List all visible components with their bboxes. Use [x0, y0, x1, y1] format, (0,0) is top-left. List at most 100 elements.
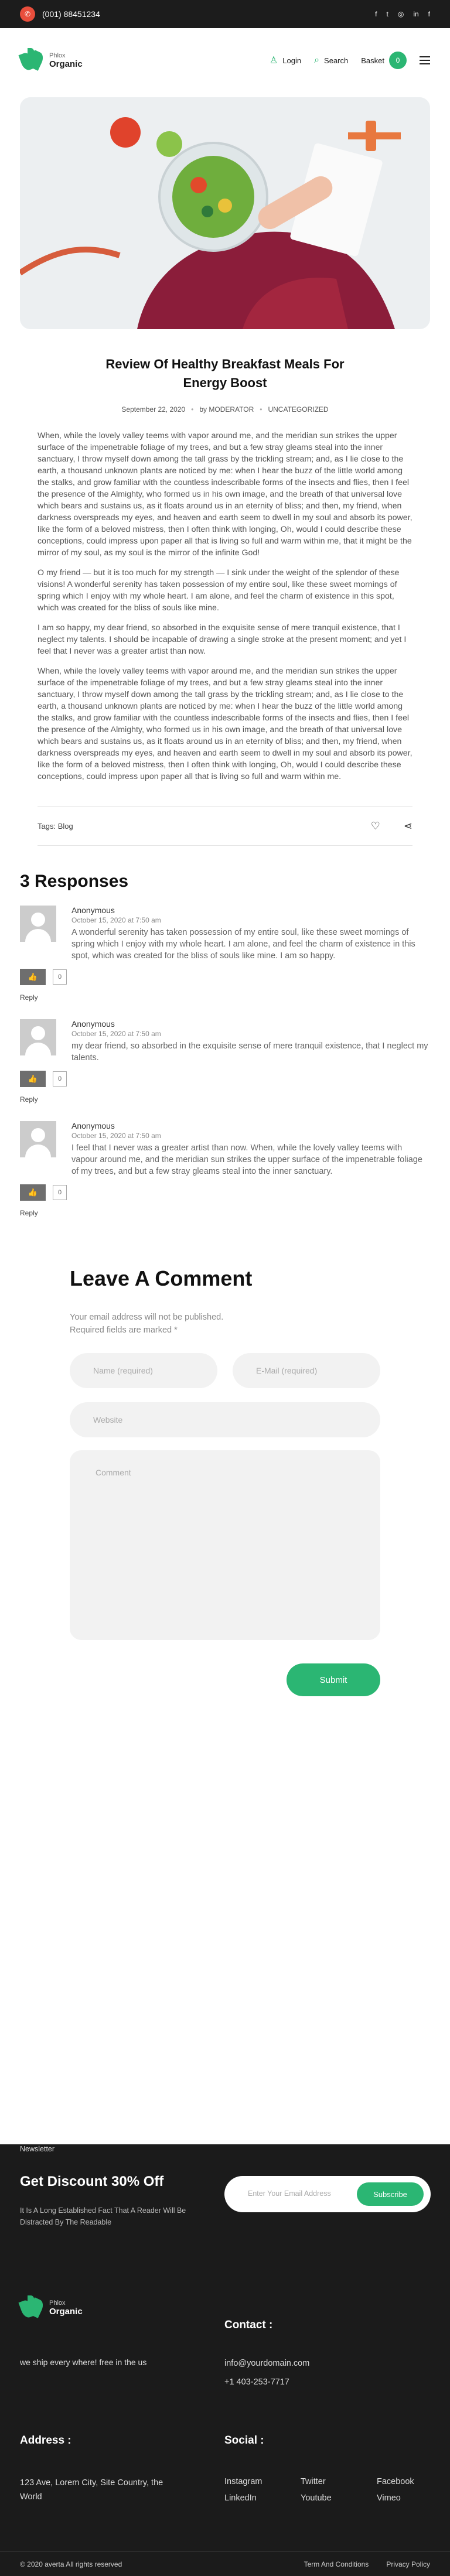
legal-links: Term And Conditions Privacy Policy [304, 2560, 430, 2568]
address-title: Address : [20, 2434, 71, 2447]
submit-button[interactable]: Submit [287, 1663, 380, 1696]
paragraph: When, while the lovely valley teems with… [38, 431, 412, 558]
newsletter-form: Enter Your Email Address Subscribe [224, 2176, 431, 2212]
social-link-youtube[interactable]: Youtube [301, 2493, 332, 2503]
comment-date[interactable]: October 15, 2020 at 7:50 am [71, 916, 430, 924]
terms-link[interactable]: Term And Conditions [304, 2560, 369, 2568]
hero-image [20, 97, 430, 329]
login-link[interactable]: ♙ Login [270, 54, 301, 66]
leave-comment-title: Leave A Comment [70, 1266, 253, 1290]
subscribe-button[interactable]: Subscribe [357, 2182, 424, 2206]
contact-phone[interactable]: +1 403-253-7717 [224, 2377, 289, 2387]
logo[interactable]: Phlox Organic [18, 48, 83, 73]
contact-email[interactable]: info@yourdomain.com [224, 2359, 309, 2368]
social-link-linkedin[interactable]: LinkedIn [224, 2493, 257, 2503]
header-nav: ♙ Login ⌕ Search Basket 0 [270, 52, 430, 69]
avatar [20, 1121, 56, 1157]
meta-separator: • [260, 405, 262, 414]
instagram-icon[interactable]: ◎ [398, 10, 404, 18]
privacy-link[interactable]: Privacy Policy [386, 2560, 430, 2568]
facebook-icon[interactable]: f [375, 10, 377, 18]
vote-count: 0 [53, 1071, 67, 1087]
logo-top-text: Phlox [49, 52, 66, 59]
tags: Tags: Blog [38, 822, 73, 831]
comment-text: my dear friend, so absorbed in the exqui… [71, 1041, 428, 1062]
reply-link[interactable]: Reply [20, 993, 430, 1002]
social-link-instagram[interactable]: Instagram [224, 2477, 262, 2486]
name-email-row: Name (required) E-Mail (required) [70, 1353, 380, 1388]
newsletter-label: Newsletter [20, 2145, 55, 2153]
post-title: Review Of Healthy Breakfast Meals For En… [105, 357, 345, 390]
vote-count: 0 [53, 969, 67, 985]
social-link-facebook[interactable]: Facebook [377, 2477, 414, 2486]
logo-bottom-text: Organic [49, 59, 83, 69]
footer-logo[interactable]: Phlox Organic [18, 2295, 83, 2320]
twitter-icon[interactable]: t [386, 10, 388, 18]
logo-top-text: Phlox [49, 2299, 66, 2307]
footer-divider [0, 2551, 450, 2552]
avatar [20, 1019, 56, 1055]
comment: Anonymous October 15, 2020 at 7:50 am my… [20, 1019, 430, 1103]
post-content: When, while the lovely valley teems with… [38, 430, 412, 783]
search-icon: ⌕ [314, 55, 320, 65]
comment: Anonymous October 15, 2020 at 7:50 am I … [20, 1121, 430, 1217]
footer: Newsletter Get Discount 30% Off It Is A … [0, 2144, 450, 2576]
comment-votes: 👍 0 [20, 1184, 430, 1201]
leave-comment-section: Leave A Comment Your email address will … [70, 1266, 380, 1696]
comment-date[interactable]: October 15, 2020 at 7:50 am [71, 1132, 430, 1140]
name-field[interactable]: Name (required) [70, 1353, 217, 1388]
thumbs-up-icon[interactable]: 👍 [20, 1184, 46, 1201]
comment-votes: 👍 0 [20, 969, 430, 985]
thumbs-up-icon[interactable]: 👍 [20, 969, 46, 985]
breakfast-photo [20, 97, 430, 329]
heart-icon[interactable]: ♡ [371, 820, 380, 832]
post-author[interactable]: by MODERATOR [199, 405, 254, 414]
newsletter-description: It Is A Long Established Fact That A Rea… [20, 2206, 186, 2226]
thumbs-up-icon[interactable]: 👍 [20, 1071, 46, 1087]
phone-icon: ✆ [20, 6, 35, 22]
comment-text: I feel that I never was a greater artist… [71, 1143, 422, 1176]
post-actions: ♡ ⋖ [371, 820, 412, 832]
cart-count-badge: 0 [389, 52, 407, 69]
reply-link[interactable]: Reply [20, 1209, 430, 1217]
website-field[interactable]: Website [70, 1402, 380, 1437]
phone-info[interactable]: ✆ (001) 88451234 [20, 6, 100, 22]
required-note: Your email address will not be published… [70, 1313, 224, 1335]
comment-author: Anonymous [71, 1019, 115, 1029]
newsletter-email-input[interactable]: Enter Your Email Address [248, 2189, 331, 2198]
email-field[interactable]: E-Mail (required) [233, 1353, 380, 1388]
search-label: Search [324, 56, 349, 65]
logo-bottom-text: Organic [49, 2306, 83, 2317]
post-meta: September 22, 2020 • by MODERATOR • UNCATE… [0, 405, 450, 414]
shipping-note: we ship every where! free in the us [20, 2358, 147, 2367]
post-date[interactable]: September 22, 2020 [121, 405, 185, 414]
comment-textarea[interactable]: Comment [70, 1450, 380, 1640]
facebook-icon[interactable]: f [428, 10, 430, 18]
comment-votes: 👍 0 [20, 1071, 430, 1087]
linkedin-icon[interactable]: in [413, 10, 418, 18]
share-icon[interactable]: ⋖ [404, 820, 412, 832]
basket-label: Basket [361, 56, 384, 65]
comment-author: Anonymous [71, 1121, 115, 1130]
copyright: © 2020 averta All rights reserved [20, 2560, 122, 2568]
tag-link[interactable]: Blog [58, 822, 73, 831]
reply-link[interactable]: Reply [20, 1095, 430, 1103]
responses-title: 3 Responses [20, 872, 129, 891]
social-title: Social : [224, 2434, 264, 2447]
login-label: Login [282, 56, 302, 65]
paragraph: I am so happy, my dear friend, so absorb… [38, 623, 407, 656]
social-link-twitter[interactable]: Twitter [301, 2477, 326, 2486]
search-link[interactable]: ⌕ Search [314, 55, 348, 66]
comment-author: Anonymous [71, 906, 115, 915]
meta-separator: • [191, 405, 194, 414]
tags-row: Tags: Blog ♡ ⋖ [38, 806, 412, 846]
avatar [20, 906, 56, 942]
post-category[interactable]: UNCATEGORIZED [268, 405, 328, 414]
basket-link[interactable]: Basket 0 [361, 52, 407, 69]
contact-title: Contact : [224, 2319, 273, 2331]
top-social-links: f t ◎ in f [375, 10, 430, 18]
menu-icon[interactable] [420, 54, 430, 67]
comment-date[interactable]: October 15, 2020 at 7:50 am [71, 1030, 430, 1038]
top-bar: ✆ (001) 88451234 f t ◎ in f [0, 0, 450, 28]
social-link-vimeo[interactable]: Vimeo [377, 2493, 401, 2503]
